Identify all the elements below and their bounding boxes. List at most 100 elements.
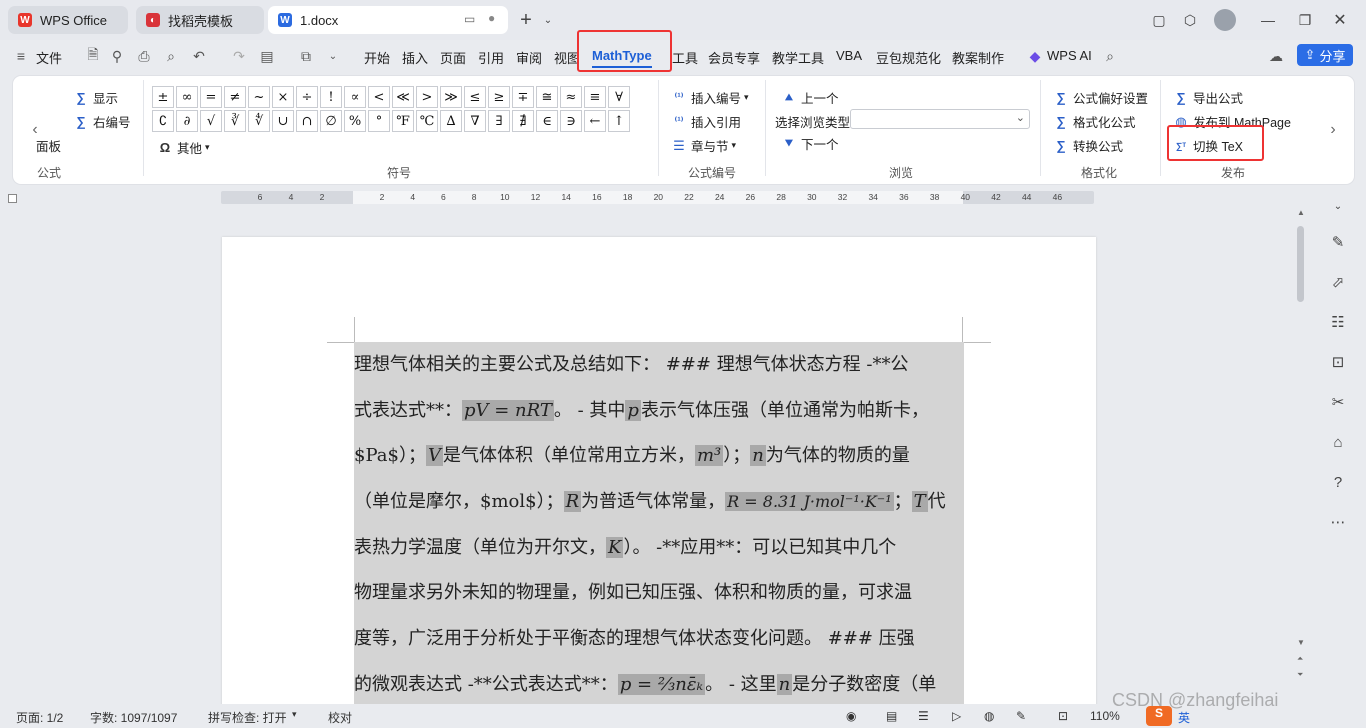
word-count[interactable]: 字数: 1097/1097	[90, 709, 177, 726]
restore-icon[interactable]: ❐	[1295, 10, 1315, 30]
cloud-upload-icon[interactable]: ☁	[1267, 48, 1285, 64]
symbol-button[interactable]: ∄	[512, 110, 534, 132]
formula-ideal-gas[interactable]: pV = nRT	[462, 399, 554, 421]
right-number-button[interactable]: ∑ 右编号	[73, 112, 130, 131]
menu-teaching[interactable]: 教学工具	[772, 48, 824, 67]
symbol-button[interactable]: ℉	[392, 110, 414, 132]
chevron-down-icon[interactable]: ⌄	[538, 10, 558, 30]
minimize-icon[interactable]: —	[1258, 10, 1278, 30]
fit-page-icon[interactable]: ⊡	[1058, 709, 1068, 723]
symbol-button[interactable]: ≫	[440, 86, 462, 108]
menu-review[interactable]: 审阅	[516, 48, 542, 67]
spell-check[interactable]: 拼写检查: 打开	[208, 709, 287, 726]
symbol-button[interactable]: ∜	[248, 110, 270, 132]
symbol-button[interactable]: %	[344, 110, 366, 132]
symbol-button[interactable]: ≠	[224, 86, 246, 108]
ribbon-scroll-left-icon[interactable]: ‹	[26, 80, 44, 180]
menu-doubao[interactable]: 豆包规范化	[876, 48, 941, 67]
proofread[interactable]: 校对	[328, 709, 352, 726]
insert-number-button[interactable]: ⁽¹⁾ 插入编号 ▾	[671, 88, 748, 107]
symbol-button[interactable]: ×	[272, 86, 294, 108]
symbol-button[interactable]: ∂	[176, 110, 198, 132]
symbol-button[interactable]: ∈	[536, 110, 558, 132]
avatar[interactable]	[1214, 9, 1236, 31]
previous-button[interactable]: ⯅ 上一个	[781, 88, 839, 107]
symbol-button[interactable]: √	[200, 110, 222, 132]
symbol-button[interactable]: ∆	[440, 110, 462, 132]
formula-m3[interactable]: m³	[694, 445, 724, 467]
export-formula-button[interactable]: ∑ 导出公式	[1173, 88, 1243, 107]
formula-k[interactable]: K	[606, 536, 624, 558]
ribbon-scroll-right-icon[interactable]: ›	[1324, 80, 1342, 180]
convert-formula-button[interactable]: ∑ 转换公式	[1053, 136, 1123, 155]
menu-reference[interactable]: 引用	[478, 48, 504, 67]
symbol-button[interactable]: ≈	[560, 86, 582, 108]
close-icon[interactable]: ✕	[1330, 10, 1350, 30]
menu-tools[interactable]: 工具	[672, 48, 698, 67]
formula-n-density[interactable]: n	[776, 673, 793, 695]
scroll-down-icon[interactable]: ▼	[1297, 638, 1305, 647]
symbol-button[interactable]: ÷	[296, 86, 318, 108]
symbol-button[interactable]: ∓	[512, 86, 534, 108]
collapse-icon[interactable]: ⌄	[1328, 196, 1348, 216]
undo-icon[interactable]: ↶	[190, 48, 208, 64]
symbol-button[interactable]: ∋	[560, 110, 582, 132]
cursor-icon[interactable]: ⬀	[1328, 272, 1348, 292]
pen-icon[interactable]: ✎	[1328, 232, 1348, 252]
tab-wps-office[interactable]: W WPS Office	[8, 6, 128, 34]
show-button[interactable]: ∑ 显示	[73, 88, 118, 107]
symbol-button[interactable]: ≤	[464, 86, 486, 108]
tools-icon[interactable]: ✂	[1328, 392, 1348, 412]
symbol-button[interactable]: °	[368, 110, 390, 132]
formula-n[interactable]: n	[750, 445, 766, 467]
zoom-level[interactable]: 110%	[1090, 709, 1120, 723]
symbol-button[interactable]: ↑	[608, 110, 630, 132]
more-icon[interactable]: ⋯	[1328, 512, 1348, 532]
menu-lesson[interactable]: 教案制作	[952, 48, 1004, 67]
symbol-button[interactable]: ≡	[584, 86, 606, 108]
chapter-section-button[interactable]: ☰ 章与节 ▾	[671, 136, 736, 155]
formula-r[interactable]: R	[563, 491, 582, 513]
monitor-icon[interactable]: ▭	[464, 12, 475, 26]
redo-icon[interactable]: ↷	[230, 48, 248, 64]
symbol-button[interactable]: ∀	[608, 86, 630, 108]
scroll-thumb[interactable]	[1297, 226, 1304, 302]
shapes-icon[interactable]: ⧉	[297, 48, 315, 64]
symbol-button[interactable]: ∃	[488, 110, 510, 132]
share-doc-icon[interactable]: ⚲	[108, 48, 126, 64]
horizontal-ruler[interactable]: 6 4 2 2 4 6 8 10 12 14 16 18 20 22 24 26 28 30 32 34 36 38 40 4…	[221, 191, 1094, 204]
symbol-button[interactable]: =	[200, 86, 222, 108]
symbol-button[interactable]: ∝	[344, 86, 366, 108]
next-page-icon[interactable]: ⏷	[1297, 670, 1303, 680]
symbol-button[interactable]: <	[368, 86, 390, 108]
menu-insert[interactable]: 插入	[402, 48, 428, 67]
prev-page-icon[interactable]: ⏶	[1297, 654, 1303, 664]
menu-member[interactable]: 会员专享	[708, 48, 760, 67]
format-icon[interactable]: ▤	[258, 48, 276, 64]
symbol-button[interactable]: !	[320, 86, 342, 108]
symbol-button[interactable]: ∅	[320, 110, 342, 132]
symbol-button[interactable]: ~	[248, 86, 270, 108]
formula-r-value[interactable]: R = 8.31 J·mol⁻¹·K⁻¹	[725, 492, 894, 512]
window-layout-icon[interactable]: ▢	[1149, 10, 1169, 30]
web-view-icon[interactable]: ◍	[984, 709, 994, 723]
sliders-icon[interactable]: ☷	[1328, 312, 1348, 332]
symbol-button[interactable]: ∁	[152, 110, 174, 132]
formula-v[interactable]: V	[425, 445, 443, 467]
share-button[interactable]: ⇪ 分享	[1297, 44, 1353, 66]
symbol-button[interactable]: ←	[584, 110, 606, 132]
format-formula-button[interactable]: ∑ 格式化公式	[1053, 112, 1135, 131]
document-body[interactable]: 理想气体相关的主要公式及总结如下： ### 理想气体状态方程 -**公 式表达式…	[354, 342, 964, 708]
save-icon[interactable]: 🗎	[84, 46, 102, 64]
new-tab-icon[interactable]: +	[516, 9, 536, 31]
menu-page[interactable]: 页面	[440, 48, 466, 67]
menu-vba[interactable]: VBA	[836, 48, 862, 63]
chevron-down-icon[interactable]: ▾	[292, 709, 297, 720]
tab-document[interactable]: W 1.docx ▭ ●	[268, 6, 508, 34]
pen-mode-icon[interactable]: ✎	[1016, 709, 1026, 723]
print-preview-icon[interactable]: ⌕	[162, 48, 180, 64]
ime-language[interactable]: 英	[1178, 709, 1190, 726]
play-icon[interactable]: ▷	[952, 709, 961, 723]
formula-p[interactable]: p	[625, 399, 641, 421]
formula-pressure[interactable]: p = ⅔nε̄ₖ	[617, 673, 706, 695]
